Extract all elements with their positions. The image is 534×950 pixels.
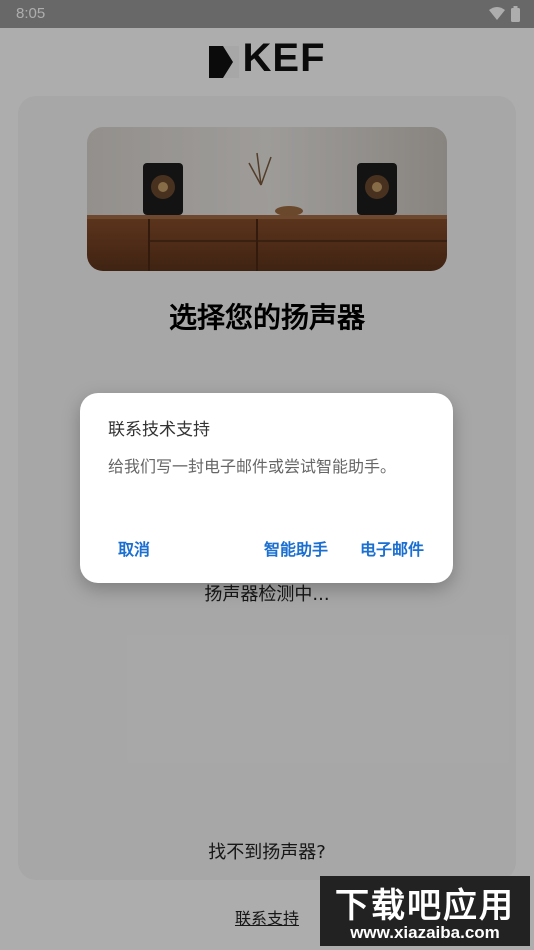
contact-support-dialog: 联系技术支持 给我们写一封电子邮件或尝试智能助手。 取消 智能助手 电子邮件 [80,393,453,583]
watermark-logo: 下载吧应用 www.xiazaiba.com [320,876,530,946]
watermark-title: 下载吧应用 [335,886,515,926]
dialog-message: 给我们写一封电子邮件或尝试智能助手。 [108,457,397,476]
email-button[interactable]: 电子邮件 [360,536,424,560]
dialog-title: 联系技术支持 [108,420,210,440]
watermark-url: www.xiazaiba.com [350,923,500,942]
cancel-button[interactable]: 取消 [118,536,150,560]
smart-assistant-button[interactable]: 智能助手 [264,536,328,560]
